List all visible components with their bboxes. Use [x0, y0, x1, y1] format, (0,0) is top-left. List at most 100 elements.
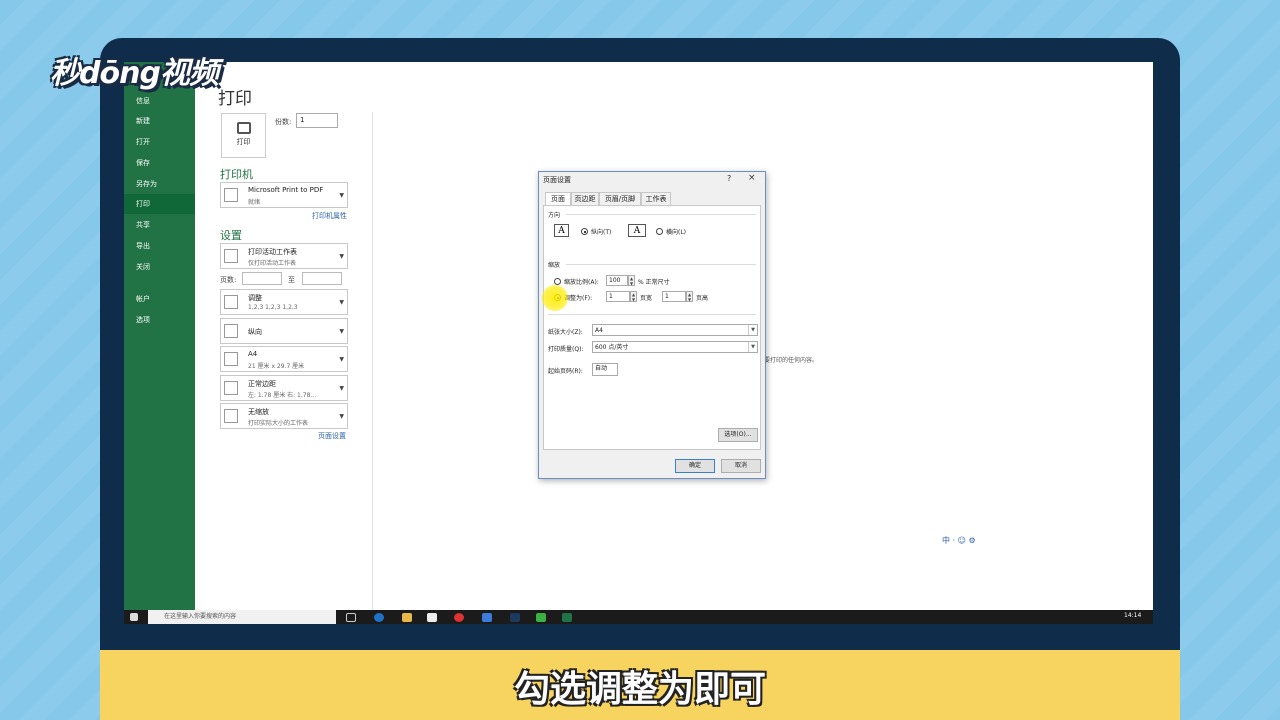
- sidebar-item-close[interactable]: 关闭: [124, 257, 195, 277]
- fit-tall-suffix: 页高: [696, 295, 709, 302]
- excel-icon[interactable]: [562, 613, 572, 622]
- windows-start-icon[interactable]: [130, 613, 138, 621]
- chevron-down-icon: ▼: [748, 342, 757, 352]
- fit-wide-suffix: 页宽: [640, 295, 653, 302]
- landscape-icon: A: [628, 224, 646, 237]
- cancel-button[interactable]: 取消: [721, 459, 761, 473]
- paper-icon: [224, 352, 238, 366]
- setting-line1: A4: [248, 350, 258, 358]
- pages-to-label: 至: [288, 276, 295, 284]
- setting-collate[interactable]: 调整 1,2,3 1,2,3 1,2,3 ▼: [220, 289, 348, 315]
- tab-sheet[interactable]: 工作表: [641, 192, 671, 205]
- sidebar-item-options[interactable]: 选项: [124, 310, 195, 330]
- chevron-down-icon: ▼: [748, 325, 757, 335]
- collate-icon: [224, 295, 238, 309]
- page-setup-link[interactable]: 页面设置: [318, 431, 346, 441]
- setting-line2: 1,2,3 1,2,3 1,2,3: [248, 304, 298, 311]
- wechat-icon[interactable]: [536, 613, 546, 622]
- scale-ratio-radio[interactable]: [554, 278, 561, 285]
- sidebar-item-info[interactable]: 信息: [124, 91, 195, 111]
- tab-panel-page: 方向 A 纵向(T) A 横向(L) 缩放 缩放比例(A): 100 ▲ ▼ % …: [543, 205, 761, 450]
- setting-line1: 纵向: [248, 328, 262, 336]
- fit-tall-input[interactable]: 1: [662, 291, 686, 302]
- paper-size-value: A4: [595, 327, 603, 334]
- recorder-icon[interactable]: [454, 613, 464, 622]
- scale-ratio-input[interactable]: 100: [606, 275, 628, 286]
- watermark-logo: 秒dōng视频: [50, 56, 219, 91]
- taskbar: 在这里输入你要搜索的内容 14:14: [124, 610, 1153, 624]
- printer-select[interactable]: Microsoft Print to PDF 就绪 ▼: [220, 182, 348, 208]
- sheet-icon: [224, 249, 238, 263]
- paper-size-label: 纸张大小(Z):: [548, 329, 583, 336]
- sidebar-item-share[interactable]: 共享: [124, 215, 195, 235]
- divider: [548, 314, 756, 315]
- preview-message: 要打印的任何内容。: [764, 357, 819, 364]
- fit-tall-spinner[interactable]: ▲ ▼: [686, 291, 693, 302]
- divider: [566, 264, 756, 265]
- setting-scaling[interactable]: 无缩放 打印实际大小的工作表 ▼: [220, 403, 348, 429]
- fit-wide-input[interactable]: 1: [606, 291, 630, 302]
- sidebar-item-save-as[interactable]: 另存为: [124, 174, 195, 194]
- sidebar-item-new[interactable]: 新建: [124, 111, 195, 131]
- print-button[interactable]: 打印: [221, 113, 266, 158]
- landscape-radio[interactable]: [656, 228, 663, 235]
- copies-stepper[interactable]: 1: [296, 113, 338, 128]
- pages-to-input[interactable]: [302, 272, 342, 285]
- settings-heading: 设置: [220, 229, 242, 242]
- pages-from-input[interactable]: [242, 272, 282, 285]
- setting-line1: 正常边距: [248, 380, 276, 388]
- tab-header-footer[interactable]: 页眉/页脚: [599, 192, 641, 205]
- setting-line1: 调整: [248, 294, 262, 302]
- dialog-title: 页面设置: [543, 176, 571, 184]
- print-quality-select[interactable]: 600 点/英寸 ▼: [592, 341, 758, 353]
- app-icon[interactable]: [482, 613, 492, 622]
- margins-icon: [224, 381, 238, 395]
- scaling-group-label: 缩放: [548, 262, 561, 269]
- setting-orientation[interactable]: 纵向 ▼: [220, 318, 348, 344]
- setting-print-what[interactable]: 打印活动工作表 仅打印活动工作表 ▼: [220, 243, 348, 269]
- help-button[interactable]: ?: [727, 174, 731, 183]
- printer-device-icon: [224, 188, 238, 202]
- scaling-icon: [224, 409, 238, 423]
- close-icon[interactable]: ×: [748, 173, 756, 183]
- setting-line1: 无缩放: [248, 408, 269, 416]
- printer-heading: 打印机: [220, 168, 253, 181]
- setting-line2: 左: 1.78 厘米 右: 1.78...: [248, 392, 317, 399]
- photoshop-icon[interactable]: [510, 613, 520, 622]
- sidebar-item-save[interactable]: 保存: [124, 153, 195, 173]
- divider: [566, 214, 756, 215]
- options-button[interactable]: 选项(O)...: [718, 428, 758, 442]
- scale-ratio-spinner[interactable]: ▲ ▼: [628, 275, 635, 286]
- orientation-group-label: 方向: [548, 212, 561, 219]
- chevron-down-icon: ▼: [339, 192, 344, 199]
- copies-label: 份数:: [275, 118, 292, 126]
- printer-status: 就绪: [248, 199, 261, 206]
- fit-wide-spinner[interactable]: ▲ ▼: [630, 291, 637, 302]
- page-setup-dialog: 页面设置 ? × 页面 页边距 页眉/页脚 工作表 方向 A 纵向(T) A 横…: [538, 171, 766, 479]
- taskbar-search-input[interactable]: 在这里输入你要搜索的内容: [148, 610, 336, 624]
- sidebar-item-open[interactable]: 打开: [124, 132, 195, 152]
- sidebar-item-export[interactable]: 导出: [124, 236, 195, 256]
- edge-icon[interactable]: [374, 613, 384, 622]
- sidebar-item-print[interactable]: 打印: [124, 194, 195, 214]
- portrait-radio[interactable]: [581, 228, 588, 235]
- file-explorer-icon[interactable]: [402, 613, 412, 622]
- chevron-down-icon: ▼: [339, 413, 344, 420]
- scale-ratio-suffix: % 正常尺寸: [638, 279, 670, 286]
- ok-button[interactable]: 确定: [675, 459, 715, 473]
- task-view-icon[interactable]: [346, 613, 356, 622]
- sidebar-item-account[interactable]: 帐户: [124, 289, 195, 309]
- setting-paper-size[interactable]: A4 21 厘米 x 29.7 厘米 ▼: [220, 346, 348, 372]
- first-page-input[interactable]: 自动: [592, 363, 618, 376]
- setting-line2: 打印实际大小的工作表: [248, 420, 309, 427]
- tab-margins[interactable]: 页边距: [571, 192, 599, 205]
- store-icon[interactable]: [427, 613, 437, 622]
- tab-page[interactable]: 页面: [545, 192, 571, 206]
- setting-margins[interactable]: 正常边距 左: 1.78 厘米 右: 1.78... ▼: [220, 375, 348, 401]
- fit-to-label: 调整为(F):: [564, 295, 593, 302]
- chevron-down-icon: ▼: [339, 299, 344, 306]
- paper-size-select[interactable]: A4 ▼: [592, 324, 758, 336]
- setting-line1: 打印活动工作表: [248, 248, 297, 256]
- portrait-icon: A: [554, 224, 569, 237]
- printer-properties-link[interactable]: 打印机属性: [312, 211, 347, 221]
